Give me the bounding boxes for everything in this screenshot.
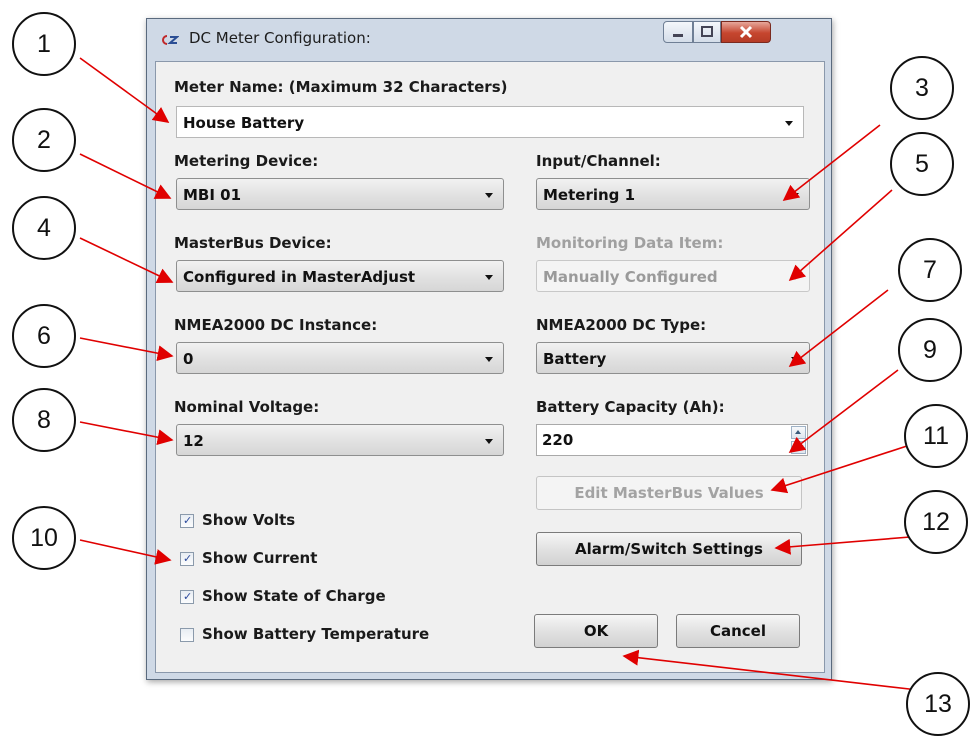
callout-7: 7 xyxy=(898,238,962,302)
callout-2: 2 xyxy=(12,108,76,172)
callout-arrow-2 xyxy=(79,153,172,199)
callout-arrow-12 xyxy=(774,536,911,555)
callout-arrow-8 xyxy=(79,421,174,446)
callout-arrow-13 xyxy=(622,649,919,691)
callout-arrow-9 xyxy=(788,369,899,453)
callout-10: 10 xyxy=(12,506,76,570)
callout-arrow-5 xyxy=(788,189,893,282)
callout-arrow-1 xyxy=(79,57,170,123)
callout-arrow-4 xyxy=(79,237,174,284)
callout-9: 9 xyxy=(898,318,962,382)
callout-3: 3 xyxy=(890,56,954,120)
callout-arrow-11 xyxy=(770,444,911,494)
callout-arrow-7 xyxy=(788,289,889,367)
callout-8: 8 xyxy=(12,388,76,452)
callout-arrow-6 xyxy=(79,337,174,362)
callout-6: 6 xyxy=(12,304,76,368)
callout-13: 13 xyxy=(906,672,970,736)
callout-5: 5 xyxy=(890,132,954,196)
callout-arrow-3 xyxy=(782,124,881,201)
callout-1: 1 xyxy=(12,12,76,76)
callout-11: 11 xyxy=(904,404,968,468)
callout-arrow-10 xyxy=(79,539,172,565)
callout-4: 4 xyxy=(12,196,76,260)
callout-12: 12 xyxy=(904,490,968,554)
callout-arrows xyxy=(79,57,919,691)
